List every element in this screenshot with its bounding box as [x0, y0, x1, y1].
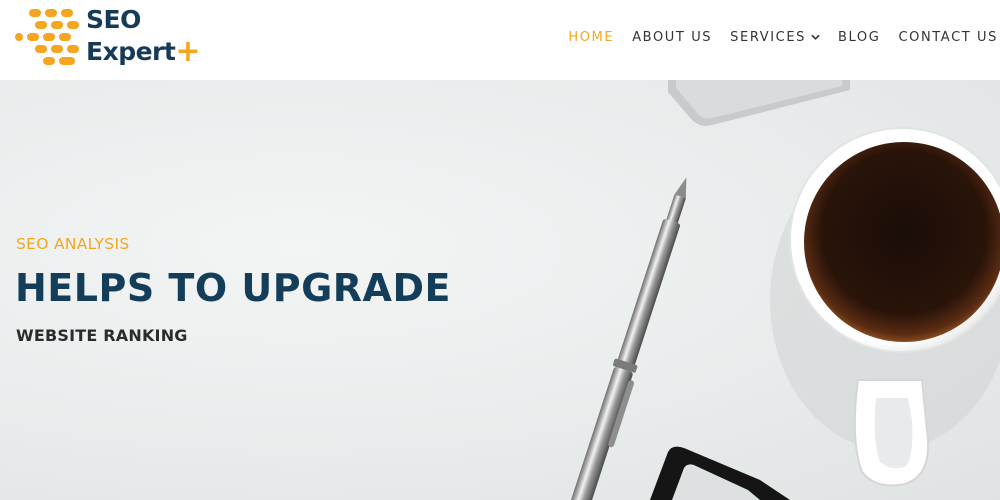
- nav-item-services[interactable]: SERVICES: [730, 28, 820, 46]
- logo-line2-wrap: Expert+: [86, 35, 200, 67]
- nav-item-services-label: SERVICES: [730, 29, 807, 45]
- nav-item-contact-us[interactable]: CONTACT US: [898, 28, 998, 46]
- hero-subtitle: WEBSITE RANKING: [16, 326, 188, 345]
- nav-item-blog-label: BLOG: [838, 29, 881, 45]
- hero-eyebrow: SEO ANALYSIS: [16, 235, 130, 253]
- logo-plus: +: [175, 34, 200, 69]
- site-logo[interactable]: SEO Expert+: [14, 4, 214, 70]
- logo-mark-icon: [15, 9, 79, 65]
- logo-wordmark: SEO Expert+: [86, 4, 200, 67]
- nav-item-about-us-label: ABOUT US: [632, 29, 713, 45]
- chevron-down-icon: [811, 34, 820, 40]
- hero-title: HELPS TO UPGRADE: [15, 266, 451, 310]
- logo-line2: Expert: [86, 37, 176, 66]
- hero-section: SEO ANALYSIS HELPS TO UPGRADE WEBSITE RA…: [0, 80, 1000, 500]
- site-header: SEO Expert+ HOME ABOUT US SERVICES BLOG …: [0, 0, 1000, 80]
- nav-item-home-label: HOME: [568, 29, 615, 45]
- nav-item-blog[interactable]: BLOG: [838, 28, 880, 46]
- nav-item-about-us[interactable]: ABOUT US: [632, 28, 712, 46]
- main-nav: HOME ABOUT US SERVICES BLOG CONTACT US: [550, 28, 998, 46]
- nav-item-home[interactable]: HOME: [568, 28, 614, 46]
- logo-line1: SEO: [86, 5, 141, 34]
- nav-item-contact-us-label: CONTACT US: [898, 29, 998, 45]
